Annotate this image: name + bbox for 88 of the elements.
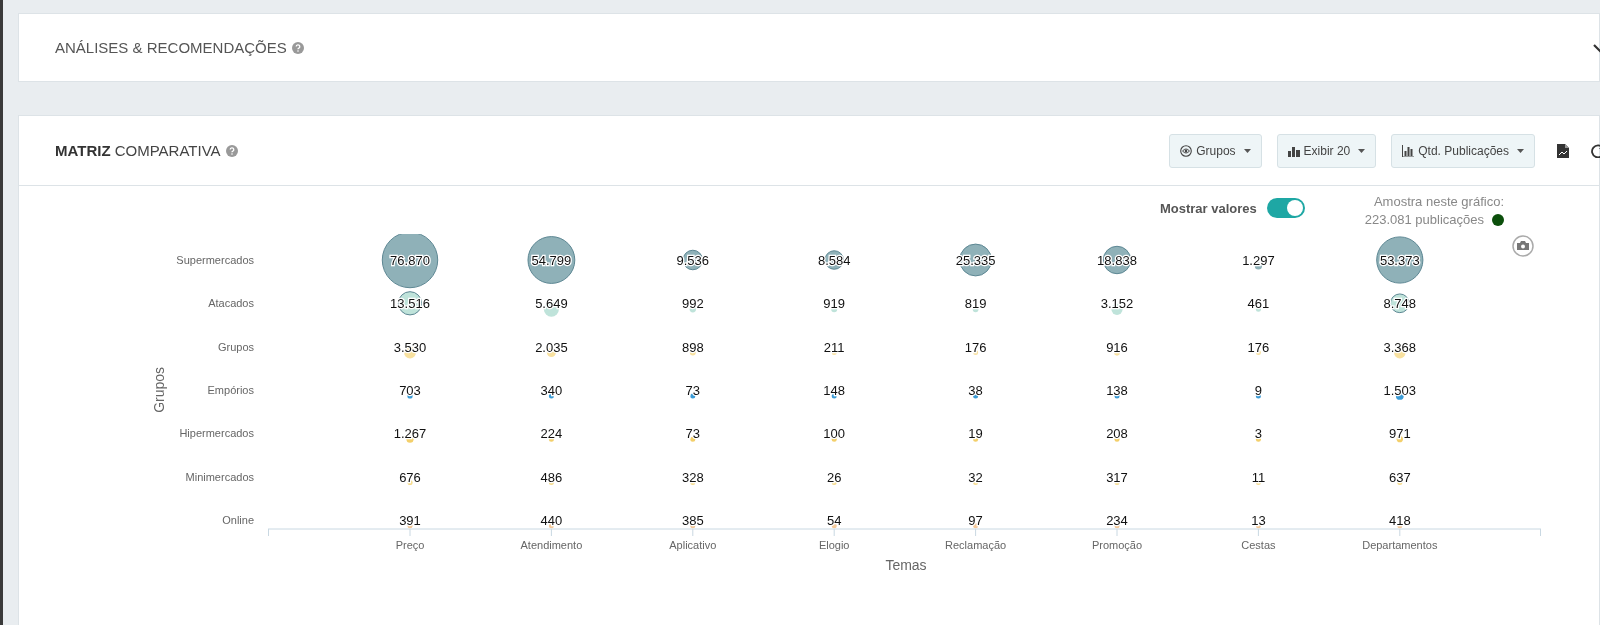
- cell-value: 76.870: [390, 253, 430, 268]
- toggle-label: Mostrar valores: [1159, 200, 1257, 216]
- cell-value: 53.373: [1379, 253, 1420, 268]
- help-icon[interactable]: [225, 144, 238, 157]
- cell-value: 176: [964, 339, 987, 355]
- cell-value: 3.368: [1383, 339, 1417, 355]
- cell-value: 916: [1106, 339, 1128, 355]
- row-label: Grupos: [217, 340, 254, 353]
- dropdown-button[interactable]: Qtd. Publicações: [1391, 133, 1535, 168]
- x-axis-label: Atendimento: [520, 539, 583, 551]
- panel-title: ANÁLISES & RECOMENDAÇÕES: [55, 39, 287, 56]
- cell-value: 54.799: [531, 253, 572, 268]
- cell-value: 54: [826, 512, 842, 528]
- x-axis-label: Promoção: [1091, 539, 1143, 551]
- row-label: Minimercados: [185, 470, 254, 483]
- cell-value: 1.267: [393, 426, 427, 442]
- eye-icon: [1180, 144, 1193, 157]
- toggle-switch[interactable]: [1266, 198, 1305, 218]
- cell-value: 637: [1388, 469, 1411, 485]
- cell-value: 340: [540, 382, 563, 398]
- dropdown-button[interactable]: Exibir 20: [1276, 133, 1377, 168]
- x-axis-label: Cestas: [1241, 539, 1276, 551]
- cell-value: 898: [681, 339, 704, 355]
- bar-chart-icon: [1287, 144, 1300, 157]
- cell-value: 100: [823, 426, 846, 442]
- cell-value: 32: [968, 469, 983, 485]
- x-axis-title: Temas: [885, 557, 927, 573]
- help-icon[interactable]: [291, 41, 304, 54]
- cell-value: 385: [681, 512, 704, 528]
- cell-value: 73: [685, 382, 701, 398]
- x-axis-label: Preço: [395, 539, 425, 551]
- cell-value: 73: [685, 426, 701, 442]
- cell-value: 2.035: [535, 339, 568, 355]
- cell-value: 11: [1251, 469, 1266, 485]
- x-axis-label: Departamentos: [1362, 539, 1438, 551]
- cell-value: 224: [540, 426, 563, 442]
- cell-value: 440: [540, 512, 563, 528]
- cell-value: 176: [1247, 339, 1270, 355]
- cell-value: 13: [1251, 512, 1266, 528]
- bar-chart-icon: [1402, 144, 1415, 157]
- caret-icon: [1517, 148, 1524, 153]
- cell-value: 819: [964, 296, 987, 312]
- cell-value: 38: [968, 382, 983, 398]
- cell-value: 148: [823, 382, 846, 398]
- cell-value: 13.516: [390, 296, 430, 312]
- cell-value: 992: [681, 296, 704, 312]
- row-label: Atacados: [208, 297, 254, 310]
- cell-value: 19: [968, 426, 983, 442]
- cell-value: 971: [1388, 426, 1411, 442]
- cell-value: 3: [1254, 426, 1262, 442]
- cell-value: 234: [1106, 512, 1128, 528]
- panel-title: MATRIZ COMPARATIVA: [55, 142, 221, 159]
- cell-value: 97: [968, 512, 983, 528]
- cell-value: 208: [1106, 426, 1128, 442]
- cell-value: 3.152: [1100, 296, 1134, 312]
- cell-value: 1.297: [1242, 253, 1275, 268]
- x-axis-label: Aplicativo: [669, 539, 717, 551]
- row-label: Supermercados: [176, 254, 254, 266]
- cell-value: 328: [681, 469, 704, 485]
- caret-icon: [1358, 148, 1366, 153]
- sample-label: Amostra neste gráfico:: [1373, 194, 1504, 209]
- cell-value: 461: [1247, 296, 1270, 312]
- caret-icon: [1243, 148, 1251, 153]
- row-label: Empórios: [207, 383, 254, 396]
- cell-value: 676: [399, 469, 421, 485]
- cell-value: 9: [1254, 382, 1262, 398]
- cell-value: 391: [399, 512, 421, 528]
- cell-value: 211: [823, 339, 845, 355]
- cell-value: 138: [1106, 382, 1128, 398]
- cell-value: 3.530: [393, 339, 427, 355]
- cell-value: 8.748: [1383, 296, 1417, 312]
- cell-value: 486: [540, 469, 563, 485]
- dropdown-button[interactable]: Grupos: [1169, 133, 1262, 168]
- cell-value: 26: [826, 469, 842, 485]
- document-icon[interactable]: [1557, 143, 1569, 158]
- row-label: Online: [222, 513, 254, 526]
- y-axis-title: Grupos: [151, 366, 167, 413]
- cell-value: 418: [1388, 512, 1411, 528]
- cell-value: 919: [823, 296, 846, 312]
- sample-count: 223.081 publicações: [1364, 212, 1484, 227]
- cell-value: 5.649: [535, 296, 568, 312]
- cell-value: 703: [399, 382, 421, 398]
- row-label: Hipermercados: [179, 427, 254, 440]
- cell-value: 1.503: [1383, 382, 1417, 398]
- camera-icon[interactable]: [1512, 235, 1534, 257]
- x-axis-label: Elogio: [818, 539, 850, 551]
- x-axis-label: Reclamação: [945, 539, 1007, 551]
- cell-value: 317: [1106, 469, 1128, 485]
